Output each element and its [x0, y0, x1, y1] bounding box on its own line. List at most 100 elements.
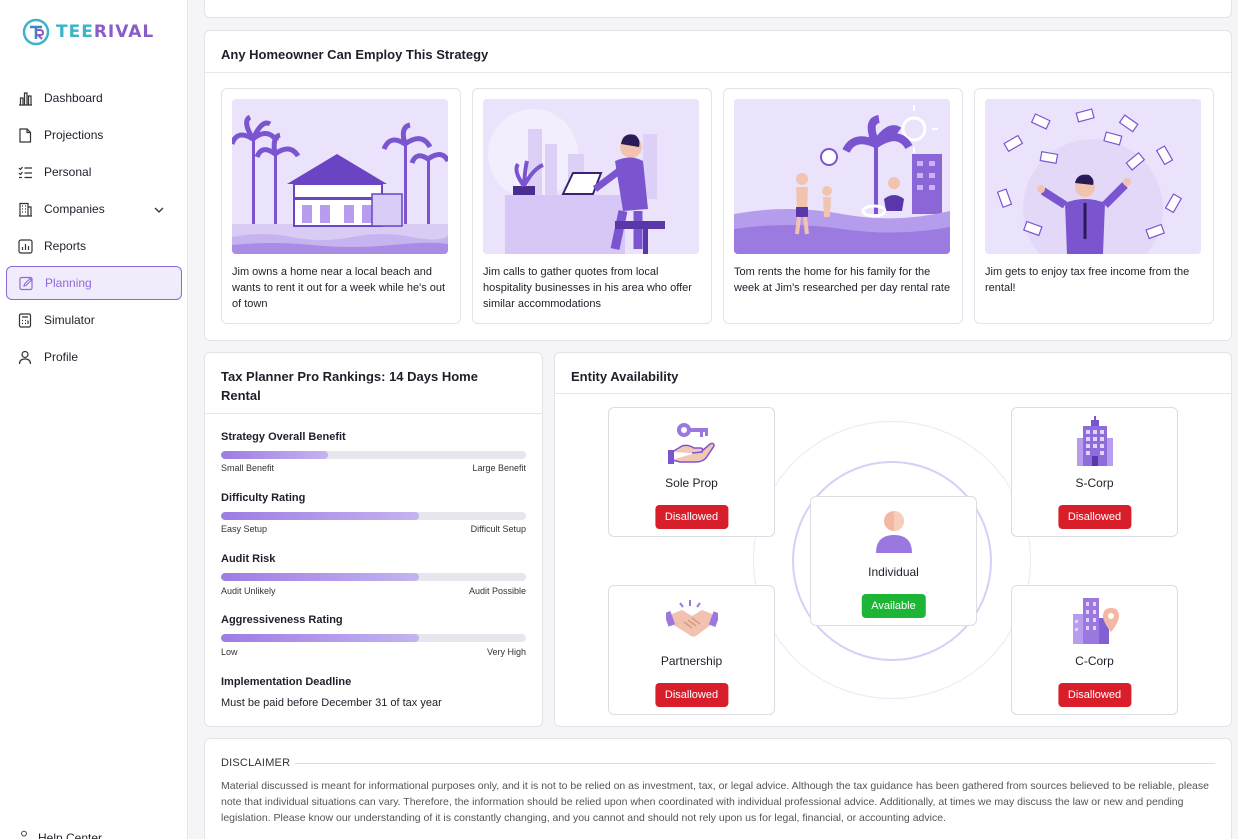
difficulty-meter [221, 512, 526, 520]
ranking-label: Difficulty Rating [221, 492, 306, 504]
sidebar-item-label: Companies [44, 202, 105, 216]
sidebar-item-simulator[interactable]: Simulator [6, 303, 182, 337]
document-icon [17, 127, 33, 143]
sidebar-item-label: Simulator [44, 313, 95, 327]
ranking-label: Audit Risk [221, 553, 276, 565]
meter-fill [221, 451, 328, 459]
checklist-icon [17, 164, 33, 180]
edit-icon [18, 275, 34, 291]
sidebar-nav: Dashboard Projections Personal Companies [0, 78, 188, 374]
user-icon [18, 830, 30, 839]
entity-card-partnership: Partnership Disallowed [608, 585, 775, 715]
status-badge: Available [861, 594, 926, 618]
strategy-card-text: Tom rents the home for his family for th… [734, 266, 951, 294]
sidebar-item-dashboard[interactable]: Dashboard [6, 81, 182, 115]
deadline-label: Implementation Deadline [221, 676, 352, 688]
beach-house-illustration [232, 99, 448, 254]
sidebar-item-projections[interactable]: Projections [6, 118, 182, 152]
city-building-icon [1069, 594, 1121, 646]
meter-fill [221, 512, 420, 520]
app-logo[interactable]: TEERIVAL [22, 18, 154, 46]
entity-card-s-corp: S-Corp Disallowed [1011, 407, 1178, 537]
sidebar-item-companies[interactable]: Companies [6, 192, 182, 226]
audit-risk-meter [221, 573, 526, 581]
disclaimer-heading: DISCLAIMER [221, 757, 291, 769]
money-rain-illustration [985, 99, 1201, 254]
previous-panel [204, 0, 1232, 18]
handshake-icon [663, 594, 720, 646]
meter-min-label: Low [221, 647, 238, 657]
ranking-label: Aggressiveness Rating [221, 614, 343, 626]
key-hand-icon [666, 416, 718, 468]
ranking-label: Strategy Overall Benefit [221, 431, 346, 443]
meter-min-label: Small Benefit [221, 463, 275, 473]
divider [295, 763, 1215, 764]
strategy-card: Jim calls to gather quotes from local ho… [472, 88, 712, 324]
sidebar-item-label: Reports [44, 239, 87, 253]
status-badge: Disallowed [1057, 505, 1132, 529]
entity-card-c-corp: C-Corp Disallowed [1011, 585, 1178, 715]
strategy-card-text: Jim owns a home near a local beach and w… [232, 266, 446, 310]
logo-wordmark: TEERIVAL [56, 22, 155, 42]
sidebar-item-label: Profile [44, 350, 79, 364]
entity-name: S-Corp [1075, 476, 1114, 490]
chevron-down-icon[interactable] [154, 203, 164, 217]
meter-max-label: Difficult Setup [470, 524, 526, 534]
building-icon [17, 201, 33, 217]
rankings-title: Tax Planner Pro Rankings: 14 Days Home R… [221, 369, 478, 403]
deadline-value: Must be paid before December 31 of tax y… [221, 697, 442, 709]
help-center-label: Help Center [38, 830, 103, 839]
meter-min-label: Audit Unlikely [221, 586, 276, 596]
strategy-card: Tom rents the home for his family for th… [723, 88, 963, 324]
strategy-card: Jim gets to enjoy tax free income from t… [974, 88, 1214, 324]
sidebar-item-profile[interactable]: Profile [6, 340, 182, 374]
rankings-panel: Tax Planner Pro Rankings: 14 Days Home R… [204, 352, 543, 727]
meter-fill [221, 573, 420, 581]
benefit-meter [221, 451, 526, 459]
disclaimer-text: Material discussed is meant for informat… [221, 780, 1209, 824]
strategy-title: Any Homeowner Can Employ This Strategy [221, 47, 489, 62]
sidebar-item-personal[interactable]: Personal [6, 155, 182, 189]
entity-name: Partnership [660, 654, 723, 668]
sidebar-item-label: Personal [44, 165, 92, 179]
person-icon [868, 505, 920, 557]
entity-title: Entity Availability [571, 369, 679, 384]
entity-name: C-Corp [1075, 654, 1114, 668]
entity-name: Individual [868, 565, 919, 579]
divider [555, 393, 1231, 394]
divider [205, 72, 1231, 73]
disclaimer-panel: DISCLAIMER Material discussed is meant f… [204, 738, 1232, 839]
divider [205, 413, 542, 414]
sidebar: TEERIVAL Dashboard Projections Personal … [0, 0, 188, 839]
bar-chart-icon [17, 90, 33, 106]
aggressiveness-meter [221, 634, 526, 642]
entity-name: Sole Prop [665, 476, 718, 490]
meter-fill [221, 634, 420, 642]
sidebar-item-label: Planning [45, 276, 92, 290]
sidebar-item-help-center[interactable]: Help Center [18, 830, 102, 839]
strategy-card-text: Jim calls to gather quotes from local ho… [483, 266, 692, 310]
sidebar-item-reports[interactable]: Reports [6, 229, 182, 263]
calculator-icon [17, 312, 33, 328]
strategy-panel: Any Homeowner Can Employ This Strategy J… [204, 30, 1232, 341]
status-badge: Disallowed [1057, 683, 1132, 707]
meter-max-label: Large Benefit [472, 463, 526, 473]
status-badge: Disallowed [654, 505, 729, 529]
sidebar-item-label: Projections [44, 128, 104, 142]
logo-icon [22, 18, 50, 46]
sidebar-item-planning[interactable]: Planning [6, 266, 182, 300]
sidebar-item-label: Dashboard [44, 91, 103, 105]
meter-min-label: Easy Setup [221, 524, 268, 534]
strategy-card-text: Jim gets to enjoy tax free income from t… [985, 266, 1190, 294]
entity-panel: Entity Availability Sole Prop Disallowed [554, 352, 1232, 727]
laptop-worker-illustration [483, 99, 699, 254]
meter-max-label: Audit Possible [468, 586, 526, 596]
chart-box-icon [17, 238, 33, 254]
office-building-icon [1069, 416, 1121, 468]
entity-card-individual: Individual Available [810, 496, 977, 626]
meter-max-label: Very High [486, 647, 526, 657]
status-badge: Disallowed [654, 683, 729, 707]
user-icon [17, 349, 33, 365]
entity-card-sole-prop: Sole Prop Disallowed [608, 407, 775, 537]
family-beach-illustration [734, 99, 950, 254]
